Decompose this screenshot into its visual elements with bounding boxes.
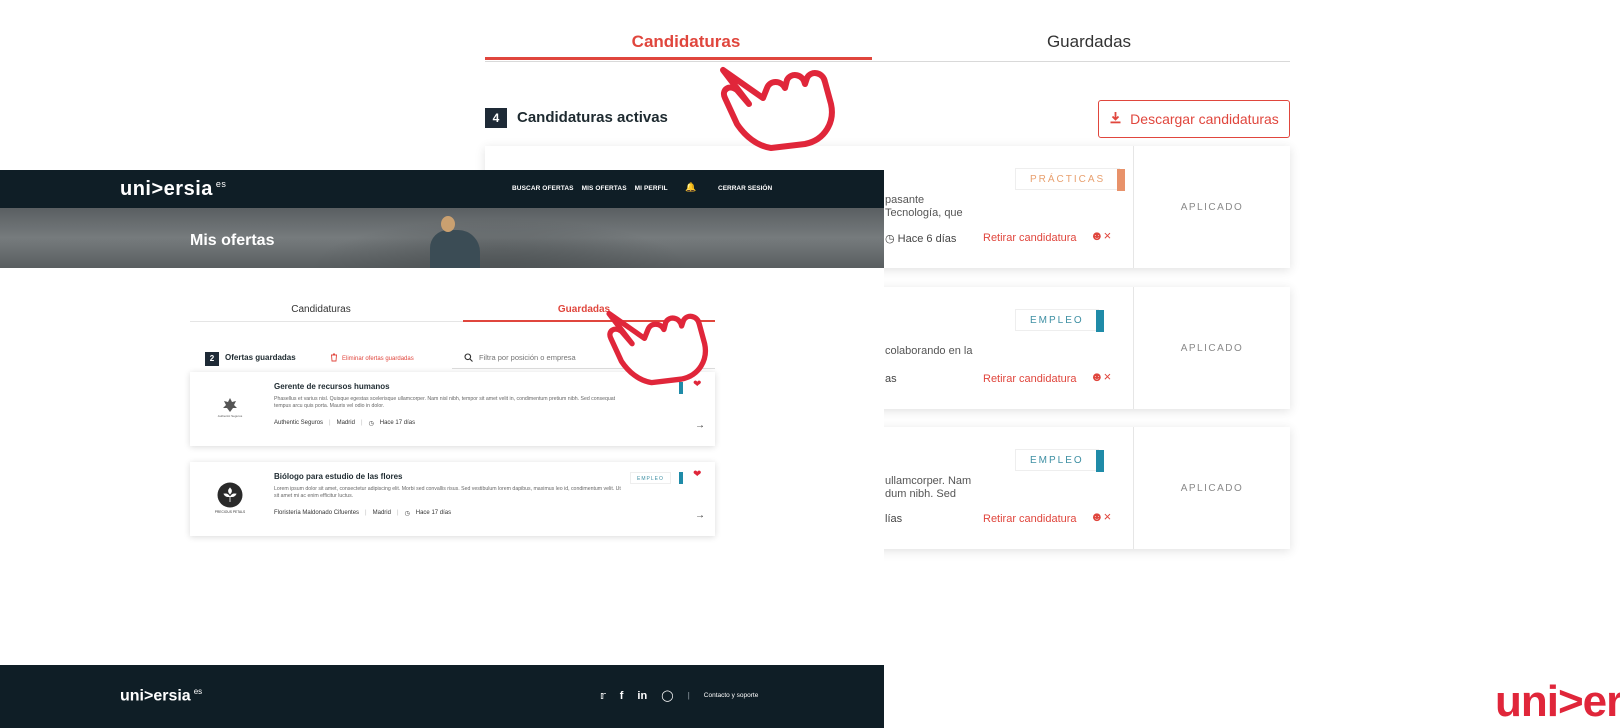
footer-separator: | bbox=[687, 691, 690, 700]
withdraw-application-link[interactable]: Retirar candidatura bbox=[983, 232, 1077, 244]
hero-mountains bbox=[300, 218, 700, 268]
job-meta: Authentic Seguros | Madrid | ◷ Hace 17 días bbox=[274, 420, 416, 427]
saved-offers-screen: uni>ersia es BUSCAR OFERTAS MIS OFERTAS M… bbox=[0, 170, 884, 728]
top-navbar: uni>ersia es BUSCAR OFERTAS MIS OFERTAS M… bbox=[0, 170, 884, 208]
delete-saved-offers-button[interactable]: Eliminar ofertas guardadas bbox=[330, 353, 414, 364]
job-description: Phasellus et varius nisl. Quisque egesta… bbox=[274, 396, 616, 409]
download-icon bbox=[1109, 111, 1122, 127]
application-status: APLICADO bbox=[1133, 146, 1290, 268]
job-type-badge: EMPLEO bbox=[630, 472, 671, 484]
applications-tab-bar: Candidaturas Guardadas bbox=[485, 0, 1290, 62]
job-type-bar bbox=[679, 472, 683, 484]
nav-links: BUSCAR OFERTAS MIS OFERTAS MI PERFIL bbox=[512, 185, 668, 192]
site-logo[interactable]: uni>ersia es bbox=[120, 178, 226, 201]
job-type-badge: EMPLEO bbox=[1015, 309, 1104, 332]
heart-icon[interactable]: ❤ bbox=[693, 469, 701, 480]
tab-applications[interactable]: Candidaturas bbox=[190, 304, 452, 315]
brand-logo: uni>ersi bbox=[1495, 677, 1620, 726]
social-links: 𝕣 f in ◯ | Contacto y soporte bbox=[600, 689, 759, 703]
job-time: Hace 17 días bbox=[379, 420, 416, 426]
nav-logout[interactable]: CERRAR SESIÓN bbox=[718, 185, 772, 192]
flower-logo-mark bbox=[217, 482, 243, 508]
linkedin-icon[interactable]: in bbox=[637, 690, 647, 702]
job-company: Floristería Maldonado Cifuentes bbox=[274, 510, 360, 516]
download-applications-button[interactable]: Descargar candidaturas bbox=[1098, 100, 1290, 138]
remove-user-icon[interactable]: ☻× bbox=[1090, 228, 1111, 243]
arrow-right-icon[interactable]: → bbox=[695, 420, 705, 431]
facebook-icon[interactable]: f bbox=[620, 690, 624, 702]
saved-offers-label: Ofertas guardadas bbox=[225, 353, 296, 362]
saved-job-card[interactable]: PRECIOUS PETALS Biólogo para estudio de … bbox=[190, 462, 715, 536]
application-status: APLICADO bbox=[1133, 287, 1290, 409]
hero-banner: Mis ofertas bbox=[0, 208, 884, 268]
company-logo-mark bbox=[223, 398, 237, 412]
hero-person-head bbox=[441, 216, 455, 232]
contact-support-link[interactable]: Contacto y soporte bbox=[704, 692, 759, 699]
tab-applications[interactable]: Candidaturas bbox=[485, 32, 887, 52]
clock-icon: ◷ bbox=[404, 511, 410, 517]
active-applications-label: Candidaturas activas bbox=[517, 109, 668, 126]
application-description: colaborando en la bbox=[885, 345, 973, 357]
download-applications-label: Descargar candidaturas bbox=[1130, 111, 1279, 127]
company-logo: Authentic Seguros bbox=[202, 386, 258, 430]
arrow-right-icon[interactable]: → bbox=[695, 510, 705, 521]
application-time: lías bbox=[885, 513, 903, 525]
application-time: ◷ Hace 6 días bbox=[885, 233, 957, 245]
job-city: Madrid bbox=[372, 510, 391, 516]
withdraw-application-link[interactable]: Retirar candidatura bbox=[983, 373, 1077, 385]
footer-logo[interactable]: uni>ersia es bbox=[120, 687, 202, 705]
job-meta: Floristería Maldonado Cifuentes | Madrid |… bbox=[274, 510, 452, 517]
application-description: pasante Tecnología, que bbox=[885, 194, 963, 219]
clock-icon: ◷ bbox=[368, 421, 374, 427]
job-time: Hace 17 días bbox=[415, 510, 452, 516]
nav-search-offers[interactable]: BUSCAR OFERTAS bbox=[512, 185, 574, 192]
hero-person bbox=[430, 230, 480, 268]
twitter-icon[interactable]: 𝕣 bbox=[600, 689, 606, 702]
job-company: Authentic Seguros bbox=[274, 420, 324, 426]
bell-icon[interactable]: 🔔 bbox=[685, 182, 696, 193]
company-logo: PRECIOUS PETALS bbox=[202, 476, 258, 520]
instagram-icon[interactable]: ◯ bbox=[661, 689, 673, 702]
clock-icon: ◷ bbox=[885, 233, 895, 245]
site-footer: uni>ersia es 𝕣 f in ◯ | Contacto y soport… bbox=[0, 665, 884, 728]
tab-saved[interactable]: Guardadas bbox=[888, 32, 1290, 52]
remove-user-icon[interactable]: ☻× bbox=[1090, 509, 1111, 524]
active-count-badge: 4 bbox=[485, 108, 507, 128]
nav-my-profile[interactable]: MI PERFIL bbox=[635, 185, 668, 192]
pointing-hand-icon bbox=[606, 310, 709, 386]
saved-count-badge: 2 bbox=[205, 352, 219, 366]
job-description: Lorem ipsum dolor sit amet, consectetur … bbox=[274, 486, 621, 499]
nav-my-offers[interactable]: MIS OFERTAS bbox=[582, 185, 627, 192]
job-title[interactable]: Biólogo para estudio de las flores bbox=[274, 472, 402, 481]
application-description: ullamcorper. Nam dum nibh. Sed bbox=[885, 475, 972, 500]
pointing-hand-icon bbox=[720, 67, 835, 151]
job-title[interactable]: Gerente de recursos humanos bbox=[274, 382, 390, 391]
trash-icon bbox=[330, 353, 338, 364]
withdraw-application-link[interactable]: Retirar candidatura bbox=[983, 513, 1077, 525]
application-time: as bbox=[885, 373, 897, 385]
job-city: Madrid bbox=[336, 420, 355, 426]
page-title: Mis ofertas bbox=[190, 232, 275, 249]
application-status: APLICADO bbox=[1133, 427, 1290, 549]
job-type-badge: PRÁCTICAS bbox=[1015, 168, 1126, 191]
search-icon bbox=[464, 349, 473, 367]
job-type-badge: EMPLEO bbox=[1015, 449, 1104, 472]
remove-user-icon[interactable]: ☻× bbox=[1090, 369, 1111, 384]
